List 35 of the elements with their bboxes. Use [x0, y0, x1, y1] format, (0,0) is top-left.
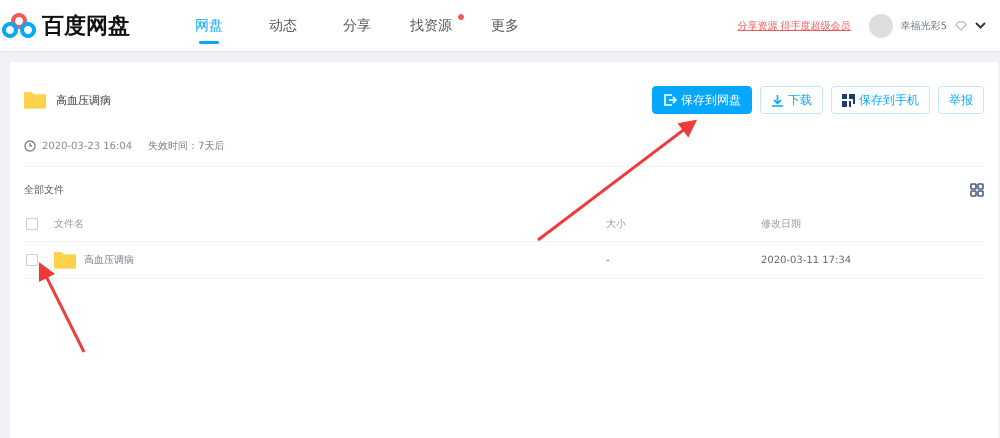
- save-icon: [663, 93, 677, 107]
- select-all-checkbox[interactable]: [26, 218, 38, 230]
- diamond-icon: [955, 20, 967, 30]
- column-header[interactable]: 文件名: [54, 217, 606, 231]
- modified-date: 2020-03-11 17:34: [761, 254, 852, 266]
- folder-icon: [24, 91, 46, 109]
- avatar[interactable]: [868, 14, 893, 38]
- save-button[interactable]: 保存到网盘: [652, 86, 752, 114]
- column-header[interactable]: 大小: [606, 217, 761, 231]
- username[interactable]: 幸福光彩5: [900, 18, 947, 32]
- chevron-down-icon[interactable]: [975, 22, 986, 29]
- nav-tab[interactable]: 动态: [246, 0, 320, 52]
- nav-tab[interactable]: 更多: [468, 0, 542, 52]
- logo-icon: [2, 12, 36, 38]
- file-name[interactable]: 高血压调病: [84, 253, 134, 267]
- file-size: -: [606, 254, 611, 266]
- nav-tab[interactable]: 网盘: [172, 0, 246, 52]
- logo-text: 百度网盘: [42, 12, 130, 40]
- report-button[interactable]: 举报: [938, 86, 984, 114]
- promo-link[interactable]: 分享资源 得手度超级会员: [737, 18, 851, 32]
- expiry-text: 失效时间：7天后: [148, 140, 224, 153]
- folder-icon: [54, 251, 76, 269]
- phone-button[interactable]: 保存到手机: [831, 86, 930, 114]
- row-checkbox[interactable]: [26, 254, 38, 266]
- download-button[interactable]: 下载: [760, 86, 823, 114]
- created-time: 2020-03-23 16:04: [42, 140, 132, 152]
- nav-tab[interactable]: 分享: [320, 0, 394, 52]
- clock-icon: [24, 140, 36, 152]
- nav-tab[interactable]: 找资源: [394, 0, 468, 52]
- grid-view-icon[interactable]: [970, 183, 984, 197]
- share-title: 高血压调病: [56, 92, 111, 108]
- column-header[interactable]: 修改日期: [761, 217, 984, 231]
- qr-code-icon: [842, 94, 855, 106]
- download-icon: [771, 94, 784, 106]
- breadcrumb[interactable]: 全部文件: [24, 183, 64, 197]
